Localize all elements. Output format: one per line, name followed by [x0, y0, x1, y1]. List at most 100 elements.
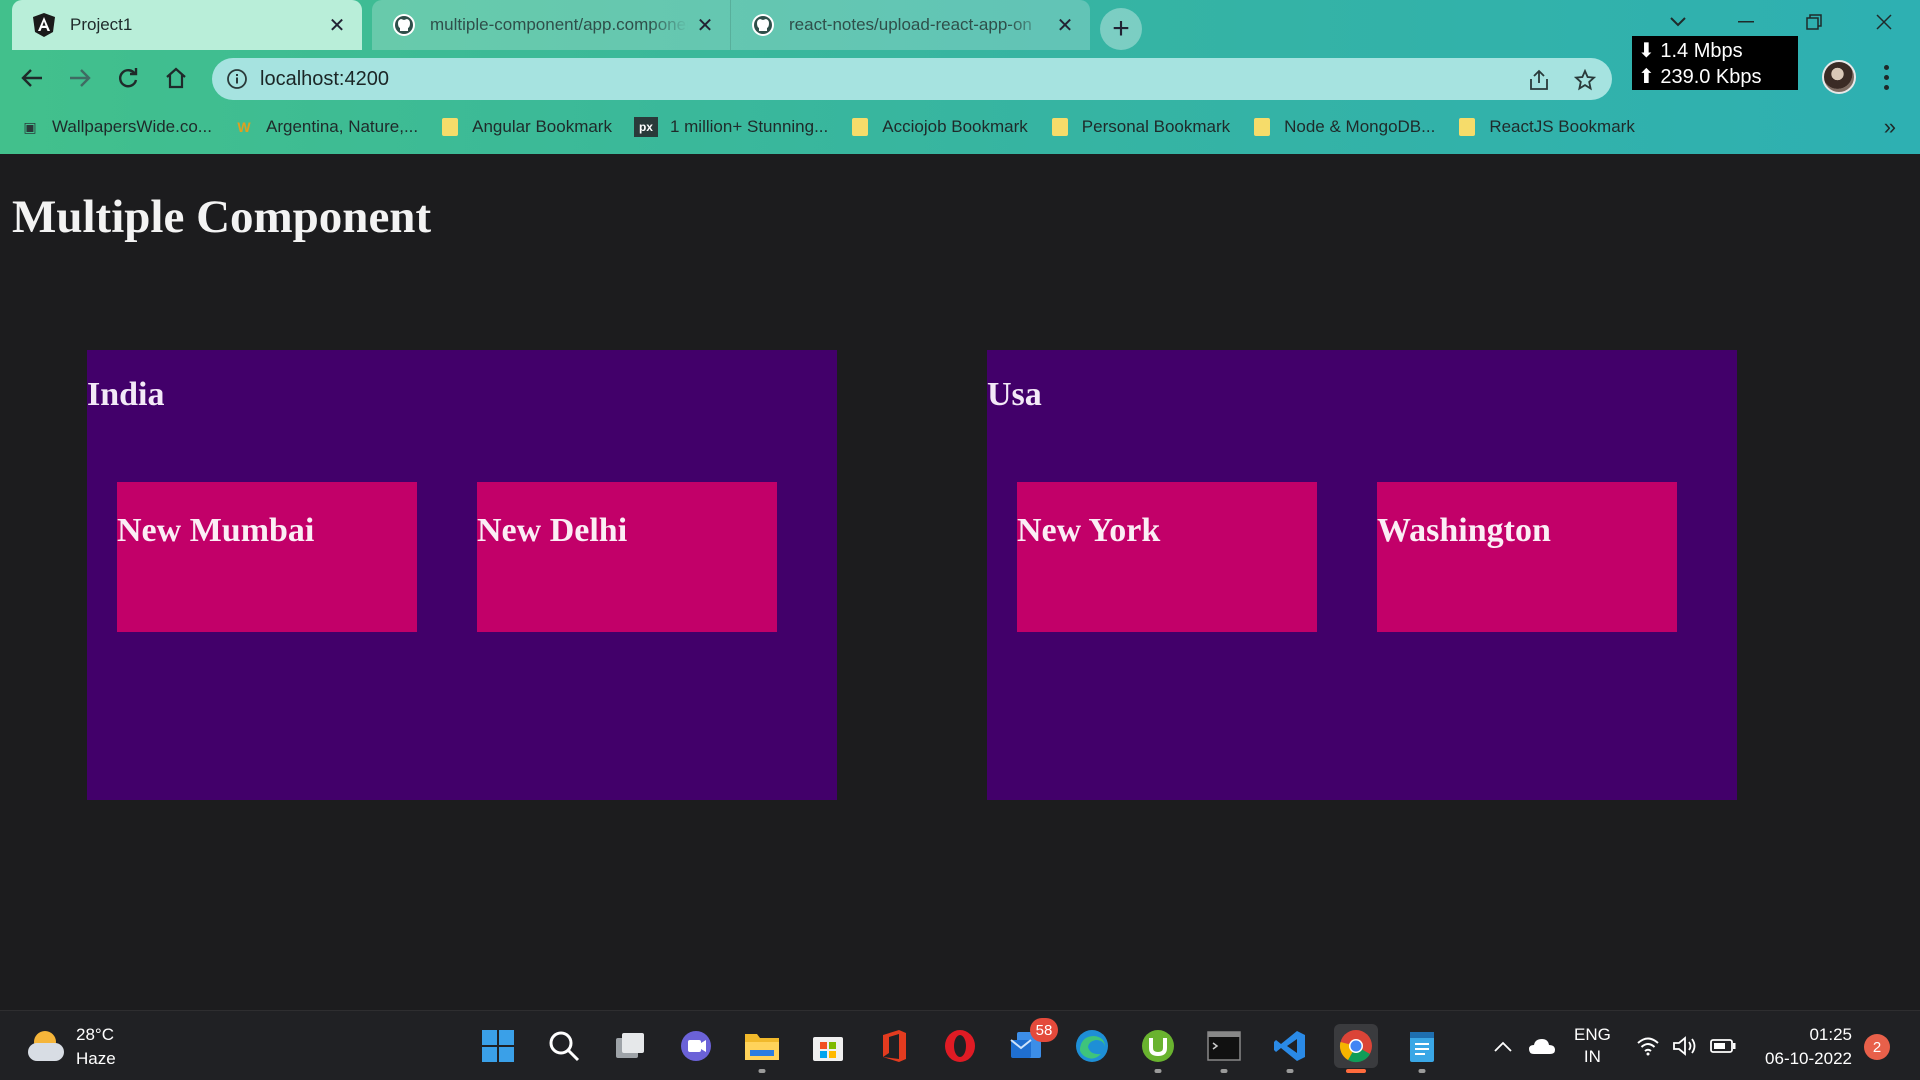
- city-name: Washington: [1377, 512, 1551, 549]
- mail-icon[interactable]: 58: [1004, 1018, 1058, 1068]
- home-button[interactable]: [156, 58, 196, 98]
- edge-icon[interactable]: [1070, 1024, 1114, 1068]
- wifi-icon[interactable]: [1636, 1011, 1660, 1080]
- folder-icon: [1050, 117, 1070, 137]
- mail-badge: 58: [1030, 1018, 1058, 1042]
- bookmark-node-mongodb[interactable]: Node & MongoDB...: [1252, 117, 1435, 137]
- language-indicator[interactable]: ENG IN: [1574, 1011, 1611, 1080]
- country-card-usa: Usa New York Washington: [987, 350, 1737, 800]
- weather-icon: [26, 1027, 66, 1067]
- bookmark-wallpaperswide[interactable]: ▣ WallpapersWide.co...: [20, 117, 212, 137]
- url-text[interactable]: localhost:4200: [260, 68, 389, 91]
- country-name: India: [87, 376, 165, 413]
- close-tab-icon[interactable]: ✕: [1054, 14, 1076, 37]
- browser-menu-icon[interactable]: [1876, 62, 1896, 92]
- onedrive-icon[interactable]: [1528, 1011, 1556, 1080]
- city-card: New Mumbai: [117, 482, 417, 632]
- vscode-icon[interactable]: [1268, 1024, 1312, 1073]
- bookmark-reactjs[interactable]: ReactJS Bookmark: [1457, 117, 1635, 137]
- task-view-icon[interactable]: [608, 1024, 652, 1068]
- info-icon[interactable]: [226, 68, 248, 90]
- show-hidden-icons-button[interactable]: [1494, 1011, 1512, 1080]
- tab-title: multiple-component/app.component: [430, 15, 688, 34]
- time: 01:25: [1809, 1025, 1852, 1044]
- github-icon: [392, 13, 416, 37]
- address-bar[interactable]: localhost:4200: [212, 58, 1612, 100]
- tab-project1[interactable]: Project1 ✕: [12, 0, 362, 50]
- city-name: New York: [1017, 512, 1161, 549]
- github-icon: [751, 13, 775, 37]
- weather-widget[interactable]: 28°C Haze: [26, 1023, 116, 1071]
- terminal-icon[interactable]: [1202, 1024, 1246, 1073]
- folder-icon: [1252, 117, 1272, 137]
- tab-react-notes[interactable]: react-notes/upload-react-app-on ✕: [730, 0, 1090, 50]
- file-explorer-icon[interactable]: [740, 1024, 784, 1073]
- notification-badge[interactable]: 2: [1864, 1034, 1890, 1060]
- country-card-india: India New Mumbai New Delhi: [87, 350, 837, 800]
- restore-icon: [1806, 14, 1822, 30]
- pexels-icon: px: [633, 117, 658, 137]
- tab-title: react-notes/upload-react-app-on: [789, 15, 1032, 34]
- office-icon[interactable]: [872, 1024, 916, 1068]
- page-content: Multiple Component India New Mumbai New …: [0, 154, 1920, 1010]
- country-name: Usa: [987, 376, 1042, 413]
- profile-avatar[interactable]: [1822, 60, 1856, 94]
- city-card: New York: [1017, 482, 1317, 632]
- city-name: New Mumbai: [117, 512, 315, 549]
- forward-arrow-icon: [70, 69, 91, 87]
- minimize-icon: [1738, 21, 1754, 23]
- chat-icon[interactable]: [674, 1024, 718, 1068]
- forward-button[interactable]: [60, 58, 100, 98]
- folder-icon: [440, 117, 460, 137]
- share-icon[interactable]: [1526, 67, 1552, 93]
- date: 06-10-2022: [1765, 1049, 1852, 1068]
- browser-chrome: Project1 ✕ multiple-component/app.compon…: [0, 0, 1920, 154]
- bookmark-angular[interactable]: Angular Bookmark: [440, 117, 612, 137]
- windows-start-icon[interactable]: [476, 1024, 520, 1068]
- city-card: New Delhi: [477, 482, 777, 632]
- taskbar: 28°C Haze 58 ENG IN 01:25 06-10-2022 2: [0, 1010, 1920, 1080]
- folder-icon: [850, 117, 870, 137]
- clock[interactable]: 01:25 06-10-2022: [1752, 1023, 1852, 1071]
- tab-title: Project1: [70, 15, 133, 34]
- back-button[interactable]: [12, 58, 52, 98]
- star-icon[interactable]: [1572, 67, 1598, 93]
- bookmark-argentina[interactable]: W Argentina, Nature,...: [234, 117, 418, 137]
- bookmark-personal[interactable]: Personal Bookmark: [1050, 117, 1230, 137]
- angular-icon: [32, 13, 56, 37]
- search-icon[interactable]: [542, 1024, 586, 1068]
- city-name: New Delhi: [477, 512, 628, 549]
- battery-icon[interactable]: [1710, 1011, 1736, 1080]
- tab-multiple-component[interactable]: multiple-component/app.component ✕: [372, 0, 730, 50]
- folder-icon: [1457, 117, 1477, 137]
- wallpaperswide-icon: ▣: [23, 118, 37, 135]
- weather-condition: Haze: [76, 1049, 116, 1068]
- chrome-icon[interactable]: [1334, 1024, 1378, 1073]
- bookmark-acciojob[interactable]: Acciojob Bookmark: [850, 117, 1028, 137]
- browser-toolbar: localhost:4200: [0, 54, 1920, 102]
- home-icon: [166, 67, 186, 89]
- notepad-icon[interactable]: [1400, 1024, 1444, 1073]
- city-card: Washington: [1377, 482, 1677, 632]
- chevron-up-icon: [1494, 1041, 1512, 1052]
- volume-icon[interactable]: [1672, 1011, 1698, 1080]
- reload-icon: [119, 68, 138, 88]
- more-bookmarks-button[interactable]: »: [1884, 114, 1896, 140]
- utorrent-icon[interactable]: [1136, 1024, 1180, 1073]
- weather-temp: 28°C: [76, 1025, 114, 1044]
- back-arrow-icon: [21, 69, 42, 87]
- page-title: Multiple Component: [12, 191, 432, 243]
- bookmarks-bar: ▣ WallpapersWide.co... W Argentina, Natu…: [0, 110, 1920, 144]
- close-window-button[interactable]: [1850, 0, 1918, 44]
- close-tab-icon[interactable]: ✕: [694, 14, 716, 37]
- close-icon: [1876, 14, 1892, 30]
- w-icon: W: [237, 119, 251, 135]
- chevron-down-icon: [1670, 17, 1686, 27]
- bookmark-pexels[interactable]: px 1 million+ Stunning...: [633, 117, 828, 137]
- opera-icon[interactable]: [938, 1024, 982, 1068]
- new-tab-button[interactable]: +: [1100, 8, 1142, 50]
- plus-icon: +: [1112, 12, 1130, 45]
- reload-button[interactable]: [108, 58, 148, 98]
- microsoft-store-icon[interactable]: [806, 1024, 850, 1068]
- close-tab-icon[interactable]: ✕: [326, 14, 348, 37]
